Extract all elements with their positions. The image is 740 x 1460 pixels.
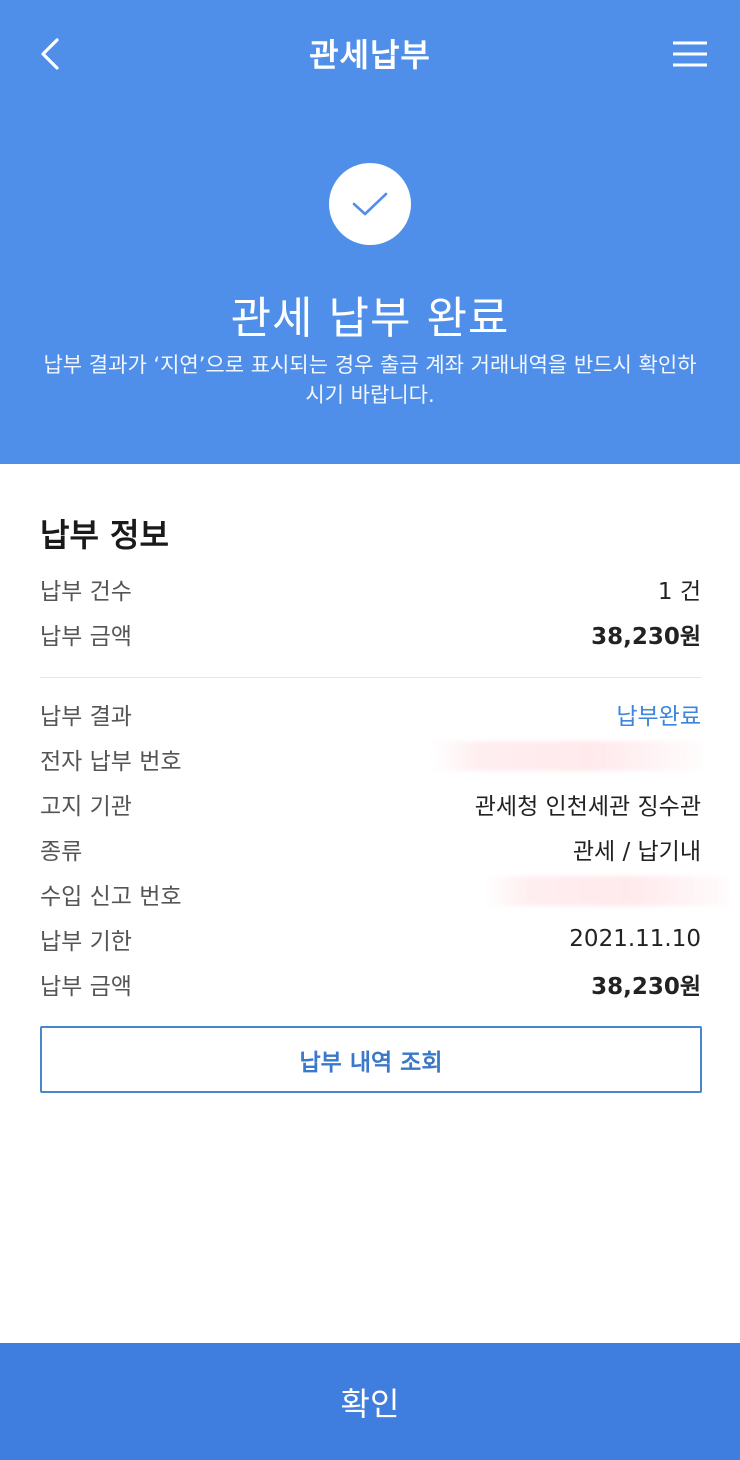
info-row-payment-count: 납부 건수 1 건 <box>40 566 701 611</box>
info-row-import-declaration-number: 수입 신고 번호 <box>40 871 729 916</box>
completion-title: 관세 납부 완료 <box>230 293 510 344</box>
info-row-electronic-payment-number: 전자 납부 번호 <box>40 736 701 781</box>
redaction-blur <box>431 740 701 771</box>
summary-list: 납부 건수 1 건 납부 금액 38,230원 <box>40 566 701 656</box>
menu-button[interactable] <box>666 30 714 78</box>
detail-list: 납부 결과 납부완료 전자 납부 번호 고지 기관 관세청 인천세관 징수관 종… <box>40 691 729 1006</box>
row-label: 고지 기관 <box>40 793 132 820</box>
row-label: 수입 신고 번호 <box>40 883 182 910</box>
redaction-blur <box>484 875 729 906</box>
payment-complete-screen: 관세납부 관세 납부 완료 납부 결과가 ‘지연’으로 표시되는 경우 출금 계… <box>0 0 740 1460</box>
row-value: 38,230원 <box>591 973 701 1000</box>
info-row-due-date: 납부 기한 2021.11.10 <box>40 916 701 961</box>
hamburger-menu-icon <box>673 41 707 67</box>
row-value: 1 건 <box>657 578 701 605</box>
section-title-payment-info: 납부 정보 <box>40 516 169 554</box>
check-icon <box>352 192 388 216</box>
redacted-value <box>431 740 701 777</box>
top-nav-bar: 관세납부 <box>0 0 740 110</box>
row-label: 전자 납부 번호 <box>40 748 182 775</box>
row-value: 관세청 인천세관 징수관 <box>474 793 701 820</box>
completion-description: 납부 결과가 ‘지연’으로 표시되는 경우 출금 계좌 거래내역을 반드시 확인… <box>43 353 697 407</box>
info-row-type: 종류 관세 / 납기내 <box>40 826 701 871</box>
hero-section: 관세납부 관세 납부 완료 납부 결과가 ‘지연’으로 표시되는 경우 출금 계… <box>0 0 740 464</box>
confirm-button[interactable]: 확인 <box>0 1343 740 1460</box>
row-label: 납부 결과 <box>40 703 132 730</box>
row-label: 납부 기한 <box>40 928 132 955</box>
row-label: 납부 금액 <box>40 973 132 1000</box>
redacted-value <box>484 875 729 912</box>
info-row-payment-amount: 납부 금액 38,230원 <box>40 611 701 656</box>
payment-history-button[interactable]: 납부 내역 조회 <box>40 1026 702 1093</box>
row-label: 납부 건수 <box>40 578 132 605</box>
info-row-payment-amount-detail: 납부 금액 38,230원 <box>40 961 701 1006</box>
success-check-badge <box>329 163 411 245</box>
row-label: 종류 <box>40 838 83 865</box>
row-value: 관세 / 납기내 <box>572 838 701 865</box>
info-row-notice-agency: 고지 기관 관세청 인천세관 징수관 <box>40 781 701 826</box>
info-row-payment-result: 납부 결과 납부완료 <box>40 691 701 736</box>
section-divider <box>40 677 701 678</box>
status-value: 납부완료 <box>616 703 701 730</box>
row-value: 38,230원 <box>591 623 701 650</box>
row-value: 2021.11.10 <box>569 925 701 952</box>
page-title: 관세납부 <box>309 36 431 74</box>
row-label: 납부 금액 <box>40 623 132 650</box>
